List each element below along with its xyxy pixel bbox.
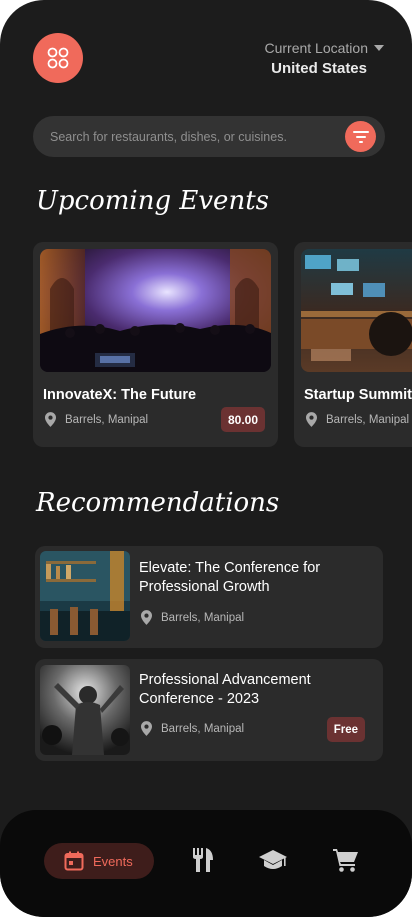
filter-icon <box>352 130 369 143</box>
location-label: Current Location <box>264 40 368 56</box>
recommendation-location: Barrels, Manipal <box>141 610 244 625</box>
four-circles-icon <box>47 47 69 69</box>
recommendation-card[interactable]: Elevate: The Conference for Professional… <box>35 546 383 648</box>
nav-item-cart[interactable] <box>333 848 359 877</box>
graduation-cap-icon <box>259 850 287 869</box>
recommendation-card[interactable]: Professional Advancement Conference - 20… <box>35 659 383 761</box>
recommendation-location: Barrels, Manipal <box>141 721 244 736</box>
utensils-icon <box>193 848 213 872</box>
upcoming-events-heading: Upcoming Events <box>36 186 269 216</box>
recommendation-location-text: Barrels, Manipal <box>161 611 245 624</box>
search-bar <box>33 116 385 157</box>
recommendation-image <box>40 551 130 641</box>
nav-events-label: Events <box>93 853 133 869</box>
event-location: Barrels, Manipal <box>306 412 409 427</box>
nav-item-education[interactable] <box>259 850 287 877</box>
event-image <box>40 249 271 372</box>
filter-button[interactable] <box>345 121 376 152</box>
event-card[interactable]: InnovateX: The Future Barrels, Manipal 8… <box>33 242 278 447</box>
event-title: InnovateX: The Future <box>43 387 197 403</box>
recommendations-heading: Recommendations <box>36 488 280 518</box>
location-pin-icon <box>141 610 152 625</box>
bottom-navigation: Events <box>0 810 412 917</box>
recommendation-location-text: Barrels, Manipal <box>161 722 245 735</box>
event-location-text: Barrels, Manipal <box>65 413 149 426</box>
cart-icon <box>333 849 358 872</box>
caret-down-icon <box>374 45 384 51</box>
location-pin-icon <box>141 721 152 736</box>
event-location-text: Barrels, Manipal <box>326 413 410 426</box>
app-screen: Current Location United States Upcoming … <box>0 0 412 917</box>
nav-item-events[interactable]: Events <box>44 843 154 879</box>
location-pin-icon <box>306 412 317 427</box>
event-card[interactable]: Startup Summit Barrels, Manipal <box>294 242 412 447</box>
location-value: United States <box>271 60 367 77</box>
calendar-icon <box>64 851 84 871</box>
recommendation-title: Professional Advancement Conference - 20… <box>139 672 311 707</box>
search-input[interactable] <box>48 128 333 145</box>
nav-item-food[interactable] <box>193 848 213 877</box>
location-selector[interactable]: Current Location United States <box>264 40 384 77</box>
price-badge: 80.00 <box>220 407 265 432</box>
recommendation-image <box>40 665 130 755</box>
event-image <box>301 249 412 372</box>
event-title: Startup Summit <box>304 387 412 403</box>
location-pin-icon <box>45 412 56 427</box>
recommendation-title: Elevate: The Conference for Professional… <box>139 560 321 595</box>
app-menu-button[interactable] <box>33 33 83 83</box>
event-location: Barrels, Manipal <box>45 412 148 427</box>
price-badge: Free <box>326 717 365 742</box>
